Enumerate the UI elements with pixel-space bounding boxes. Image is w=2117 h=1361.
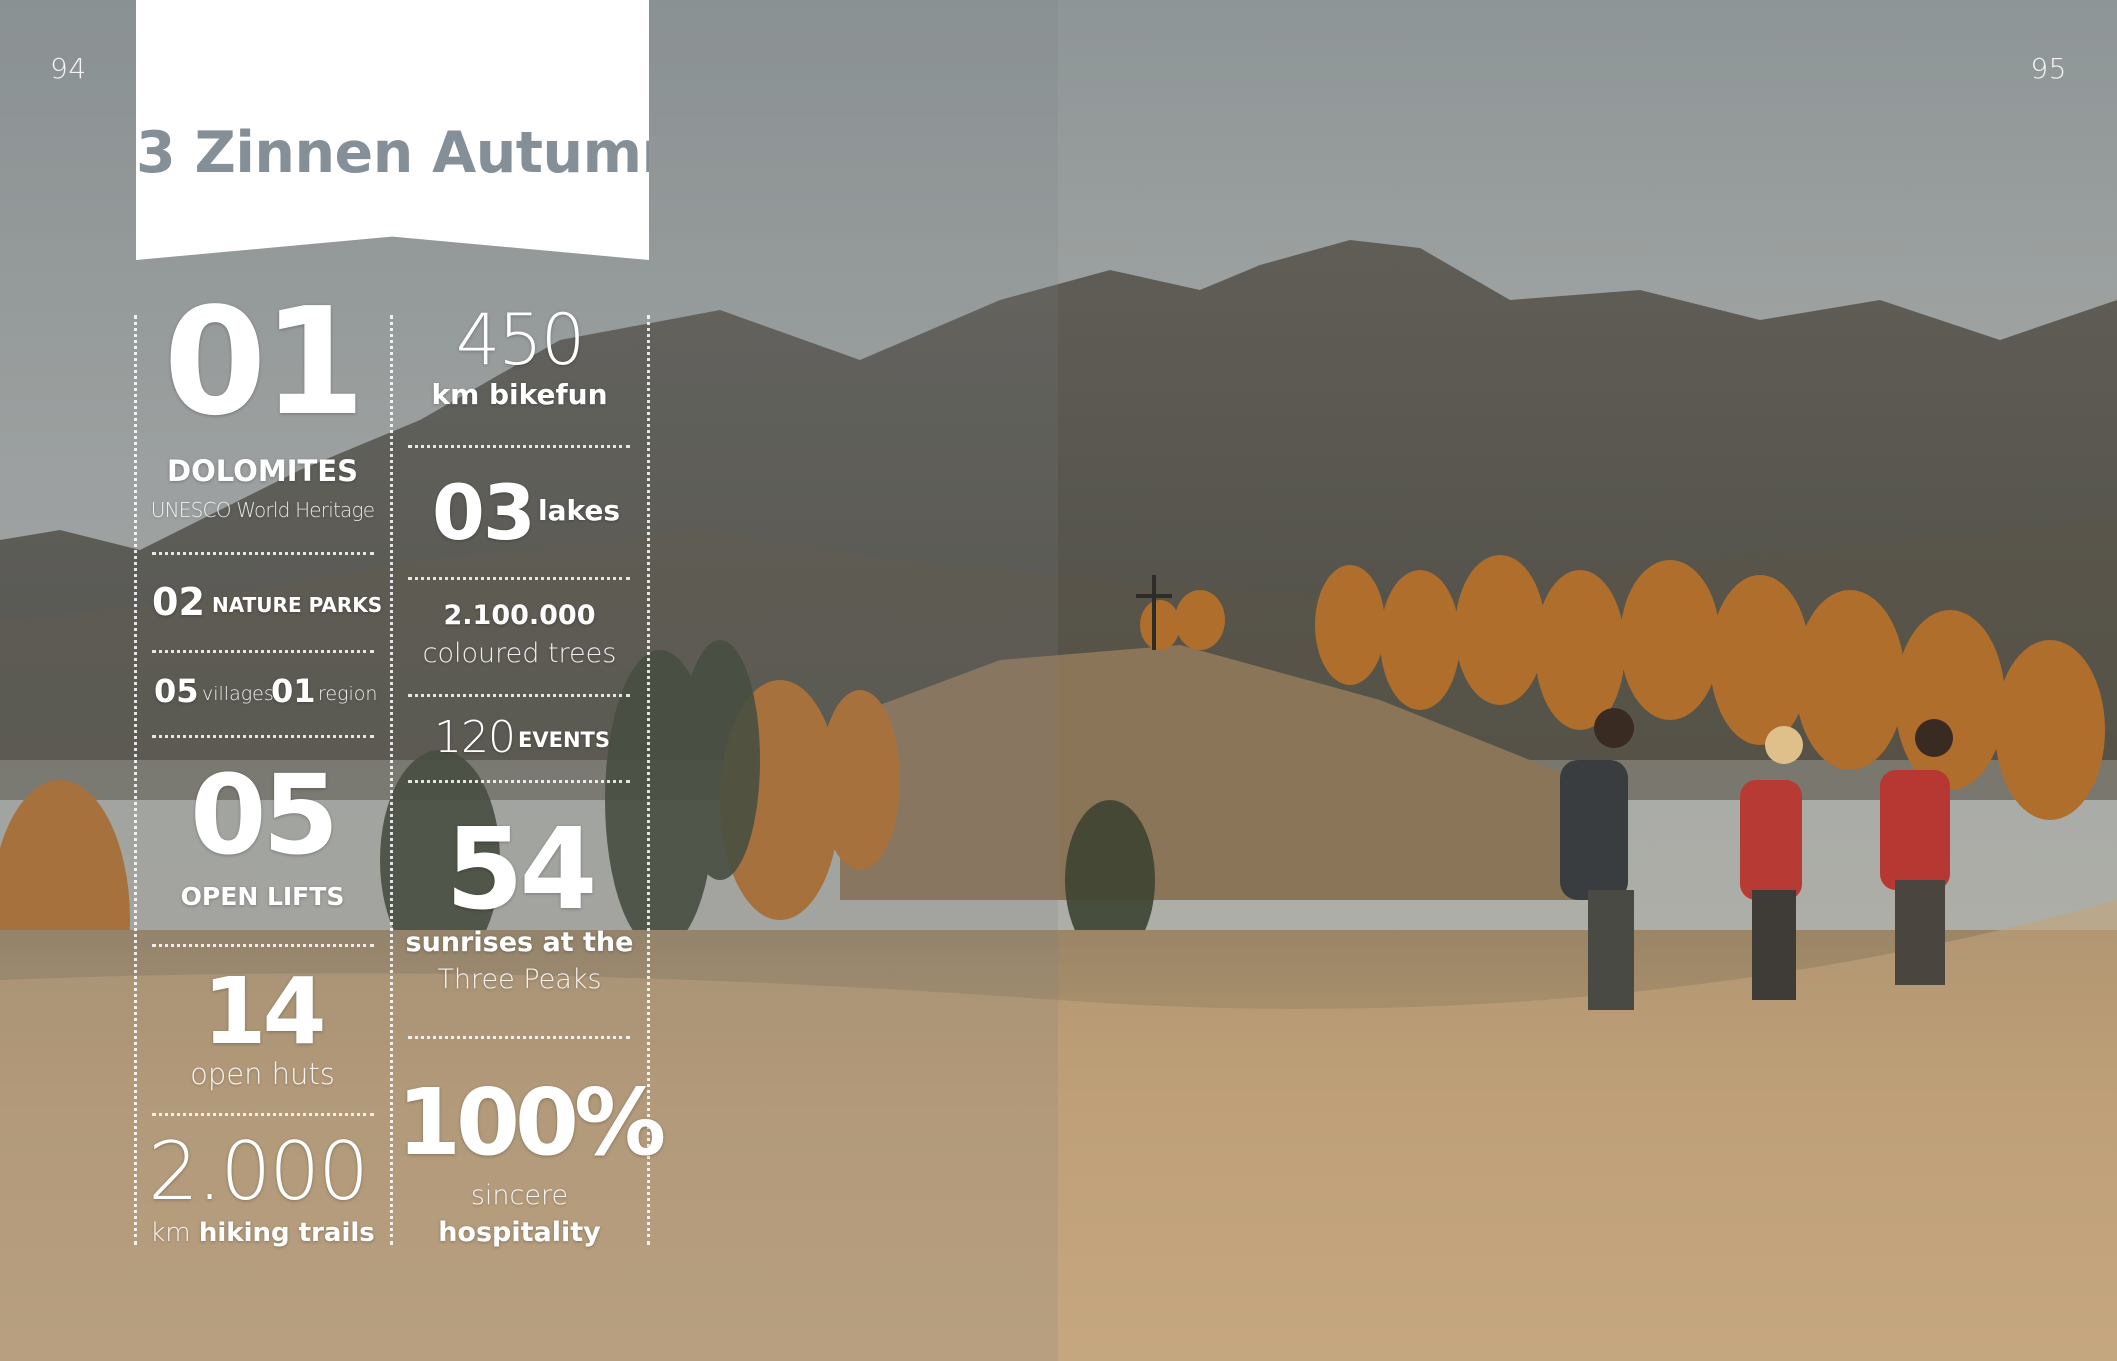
stat-open-lifts-label: OPEN LIFTS (180, 882, 345, 911)
stat-hiking-number: 2.000 (147, 1125, 369, 1218)
stat-region-label: region (318, 683, 378, 705)
stat-open-lifts-number: 05 (189, 751, 339, 879)
divider-horizontal (408, 780, 630, 783)
divider-horizontal (408, 1036, 630, 1039)
stat-hospitality-number: 100% (397, 1069, 666, 1176)
stat-hospitality-label: sincere (470, 1180, 569, 1211)
page-number-right: 95 (2030, 52, 2067, 85)
stat-villages-label: villages (202, 683, 274, 705)
divider-horizontal (152, 735, 374, 738)
stat-bikefun-number: 450 (455, 299, 586, 381)
stat-open-huts-number: 14 (202, 958, 326, 1065)
stat-nature-parks-number: 02 (152, 580, 205, 624)
stat-lakes-number: 03 (432, 468, 536, 557)
stats-grid: 01 DOLOMITES UNESCO World Heritage 02 NA… (0, 0, 1058, 1361)
divider-vertical (390, 315, 393, 1245)
stat-sunrises-label: sunrises at the (405, 927, 634, 958)
divider-horizontal (152, 944, 374, 947)
stat-dolomites-number: 01 (163, 276, 366, 448)
stat-nature-parks-label: NATURE PARKS (212, 593, 383, 617)
stat-hiking-label: hiking trails (198, 1218, 375, 1248)
divider-vertical (134, 315, 137, 1245)
stat-hospitality-sublabel: hospitality (438, 1217, 601, 1248)
stat-sunrises-sublabel: Three Peaks (437, 964, 602, 995)
stat-bikefun-label: km bikefun (431, 378, 608, 411)
stat-open-huts-label: open huts (190, 1057, 335, 1091)
stat-trees-label: coloured trees (422, 638, 617, 669)
stat-events-label: EVENTS (518, 728, 610, 752)
stat-trees-number: 2.100.000 (443, 600, 596, 631)
stat-sunrises-number: 54 (445, 805, 598, 935)
divider-horizontal (408, 577, 630, 580)
stat-dolomites-label: DOLOMITES (167, 454, 358, 488)
divider-horizontal (408, 694, 630, 697)
stat-dolomites-sublabel: UNESCO World Heritage (150, 498, 375, 522)
stat-region-number: 01 (271, 672, 316, 710)
stat-hiking-unit: km (150, 1218, 191, 1248)
divider-horizontal (152, 650, 374, 653)
stat-hiking-caption: km hiking trails (140, 1218, 385, 1248)
divider-horizontal (408, 445, 630, 448)
stat-lakes-label: lakes (538, 494, 621, 527)
divider-horizontal (152, 1113, 374, 1116)
stat-events-number: 120 (434, 712, 516, 763)
stat-villages-number: 05 (154, 672, 199, 710)
divider-horizontal (152, 552, 374, 555)
